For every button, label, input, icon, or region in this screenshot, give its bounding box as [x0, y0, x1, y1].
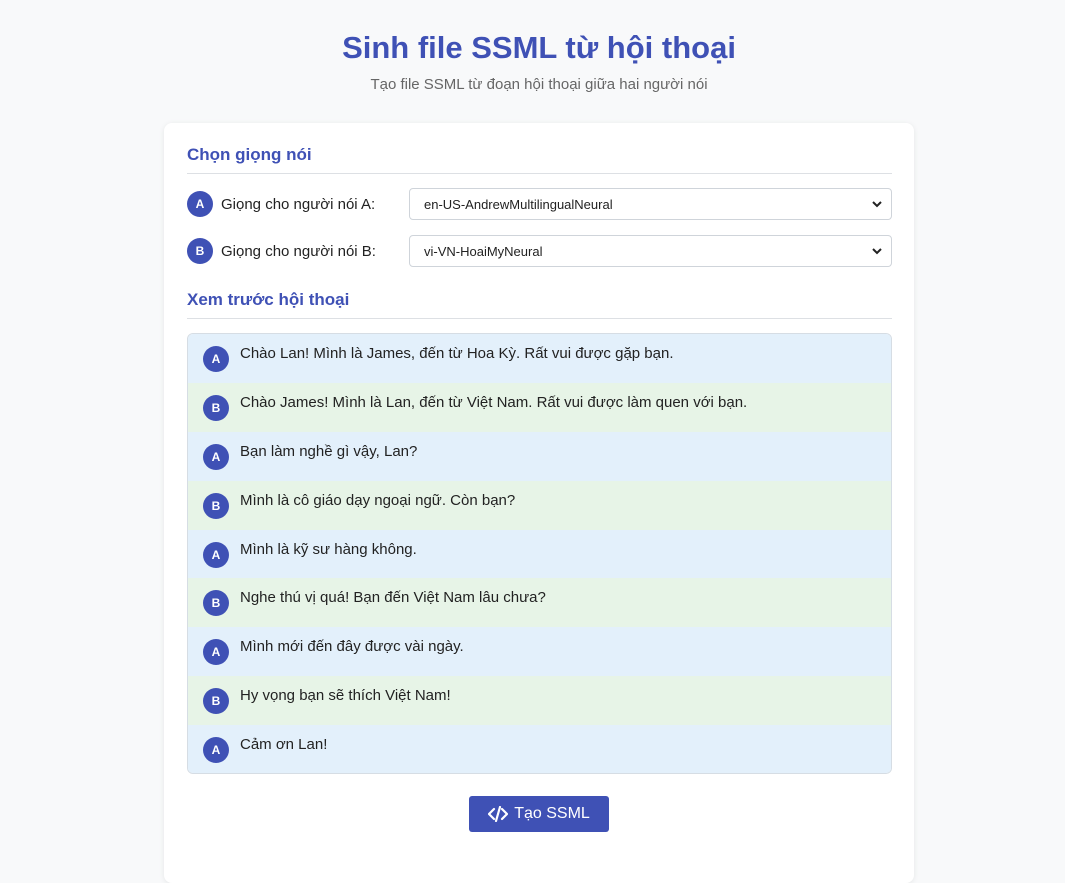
generate-ssml-button[interactable]: Tạo SSML — [469, 796, 609, 832]
preview-section-heading: Xem trước hội thoại — [187, 290, 892, 319]
voice-section-heading: Chọn giọng nói — [187, 145, 892, 174]
speaker-a-voice-label: Giọng cho người nói A: — [221, 195, 376, 213]
dialogue-line-text: Bạn làm nghề gì vậy, Lan? — [240, 442, 418, 460]
dialogue-line-text: Mình mới đến đây được vài ngày. — [240, 638, 464, 656]
page-subtitle: Tạo file SSML từ đoạn hội thoại giữa hai… — [370, 76, 708, 93]
speaker-badge: A — [203, 346, 229, 372]
chevron-down-icon — [872, 201, 882, 208]
speaker-badge: B — [203, 590, 229, 617]
dialogue-line-text: Nghe thú vị quá! Bạn đến Việt Nam lâu ch… — [240, 589, 546, 607]
dialogue-line-text: Hy vọng bạn sẽ thích Việt Nam! — [240, 687, 451, 705]
speaker-badge: B — [203, 394, 229, 421]
speaker-a-voice-value: en-US-AndrewMultilingualNeural — [424, 196, 613, 212]
speaker-b-voice-label: Giọng cho người nói B: — [221, 242, 376, 260]
dialogue-line: A Cảm ơn Lan! — [188, 725, 891, 773]
speaker-badge: A — [203, 737, 229, 764]
dialogue-line: B Nghe thú vị quá! Bạn đến Việt Nam lâu c… — [188, 578, 891, 628]
dialogue-line-text: Chào James! Mình là Lan, đến từ Việt Nam… — [240, 393, 748, 411]
dialogue-line: A Bạn làm nghề gì vậy, Lan? — [188, 431, 891, 481]
dialogue-line-text: Mình là cô giáo dạy ngoại ngữ. Còn bạn? — [240, 491, 516, 509]
dialogue-line-text: Chào Lan! Mình là James, đến từ Hoa Kỳ. … — [240, 345, 674, 362]
main-card: Chọn giọng nói A Giọng cho người nói A: … — [164, 123, 914, 883]
code-icon — [488, 806, 509, 822]
speaker-a-voice-row: A Giọng cho người nói A: en-US-AndrewMul… — [187, 188, 892, 220]
speaker-b-badge: B — [187, 238, 213, 264]
dialogue-line: B Chào James! Mình là Lan, đến từ Việt Na… — [188, 382, 891, 432]
speaker-badge: A — [203, 443, 229, 470]
dialogue-line: A Mình là kỹ sư hàng không. — [188, 529, 891, 579]
speaker-b-voice-row: B Giọng cho người nói B: vi-VN-HoaiMyNeu… — [187, 235, 892, 267]
speaker-badge: A — [203, 639, 229, 666]
dialogue-line: A Mình mới đến đây được vài ngày. — [188, 627, 891, 677]
dialogue-line: A Chào Lan! Mình là James, đến từ Hoa Kỳ.… — [188, 334, 891, 383]
dialogue-preview: A Chào Lan! Mình là James, đến từ Hoa Kỳ.… — [187, 333, 892, 774]
dialogue-line-text: Mình là kỹ sư hàng không. — [240, 540, 417, 558]
generate-ssml-label: Tạo SSML — [514, 805, 590, 822]
speaker-badge: B — [203, 492, 229, 519]
speaker-a-voice-select[interactable]: en-US-AndrewMultilingualNeural — [409, 188, 892, 220]
speaker-b-voice-select[interactable]: vi-VN-HoaiMyNeural — [409, 235, 892, 267]
speaker-badge: B — [203, 688, 229, 715]
chevron-down-icon — [872, 248, 882, 255]
dialogue-line-text: Cảm ơn Lan! — [240, 736, 328, 754]
dialogue-line: B Hy vọng bạn sẽ thích Việt Nam! — [188, 676, 891, 726]
speaker-b-voice-value: vi-VN-HoaiMyNeural — [424, 243, 543, 259]
page-title: Sinh file SSML từ hội thoại — [342, 30, 736, 65]
dialogue-line: B Mình là cô giáo dạy ngoại ngữ. Còn bạn? — [188, 480, 891, 530]
speaker-a-badge: A — [187, 191, 213, 217]
speaker-badge: A — [203, 541, 229, 568]
